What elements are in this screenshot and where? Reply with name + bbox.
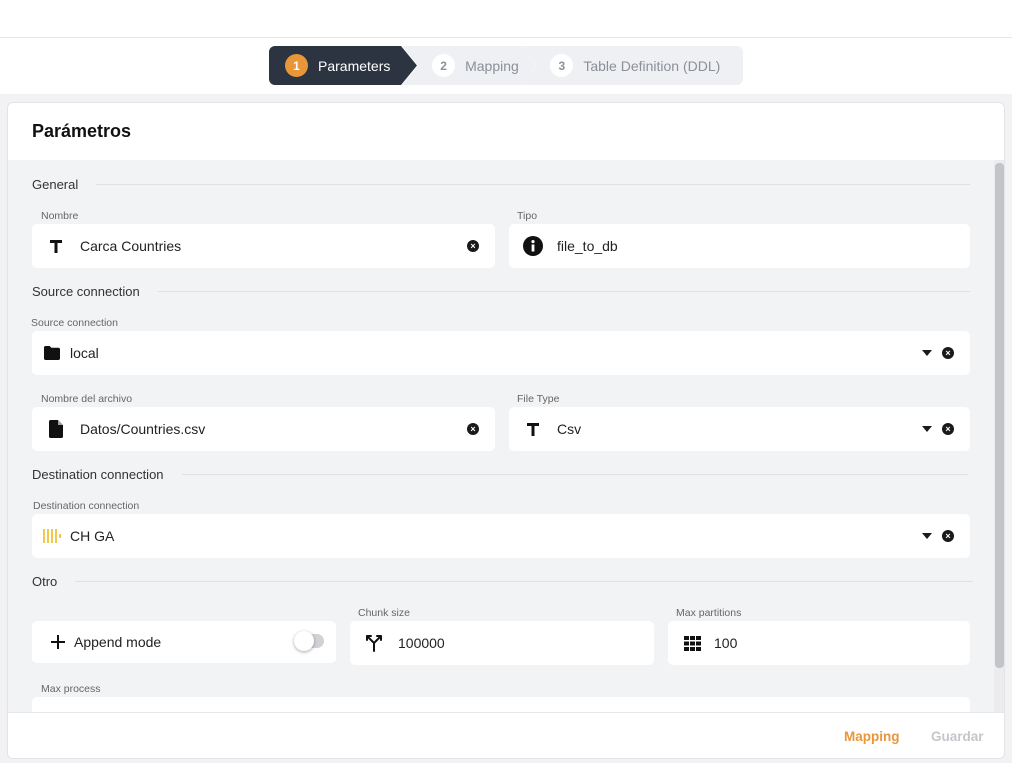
chevron-down-icon[interactable]: [922, 426, 932, 432]
clear-icon[interactable]: ×: [467, 423, 479, 435]
append-mode-toggle[interactable]: [294, 631, 324, 651]
chunk-size-field[interactable]: 100000: [350, 621, 654, 665]
section-general: General: [32, 177, 971, 192]
divider: [157, 291, 970, 292]
top-bar: [0, 0, 1012, 38]
max-partitions-label: Max partitions: [676, 607, 742, 619]
step-label: Mapping: [465, 57, 519, 74]
parameters-card: Parámetros General Nombre Carca Countrie…: [7, 102, 1005, 759]
step-number: 1: [285, 54, 308, 77]
source-connection-label: Source connection: [31, 317, 118, 329]
source-connection-value: local: [70, 345, 99, 361]
chunk-size-label: Chunk size: [358, 607, 410, 619]
max-process-label: Max process: [41, 683, 101, 695]
split-icon: [364, 633, 384, 653]
nombre-archivo-label: Nombre del archivo: [41, 393, 133, 405]
clear-icon[interactable]: ×: [467, 240, 479, 252]
tipo-field: file_to_db: [509, 224, 970, 268]
max-partitions-value: 100: [714, 635, 738, 651]
chevron-down-icon[interactable]: [922, 350, 932, 356]
nombre-label: Nombre: [41, 210, 79, 222]
divider: [96, 184, 971, 185]
section-title: Source connection: [32, 284, 140, 299]
chevron-down-icon[interactable]: [922, 533, 932, 539]
divider: [75, 581, 974, 582]
nombre-archivo-field[interactable]: Datos/Countries.csv ×: [32, 407, 495, 451]
section-source-connection: Source connection: [32, 284, 970, 299]
step-label: Table Definition (DDL): [583, 57, 721, 74]
clear-icon[interactable]: ×: [942, 530, 954, 542]
nombre-value: Carca Countries: [80, 238, 182, 254]
tipo-label: Tipo: [517, 210, 538, 222]
step-number: 2: [432, 54, 456, 77]
section-destination-connection: Destination connection: [32, 467, 968, 482]
wizard-stepper: 1 Parameters 2 Mapping 3 Table Definitio…: [269, 46, 743, 85]
scrollbar[interactable]: [994, 160, 1004, 712]
section-otro: Otro: [32, 574, 974, 589]
append-mode-field: Append mode: [32, 621, 336, 663]
chunk-size-value: 100000: [398, 635, 445, 651]
step-parameters[interactable]: 1 Parameters: [269, 46, 418, 85]
scrollbar-thumb[interactable]: [995, 163, 1004, 668]
max-partitions-field[interactable]: 100: [668, 621, 970, 665]
info-icon: [523, 236, 543, 256]
destination-connection-select[interactable]: CH GA ×: [32, 514, 970, 558]
section-title: Otro: [32, 574, 58, 589]
destination-connection-label: Destination connection: [33, 500, 140, 512]
step-label: Parameters: [318, 57, 391, 74]
clear-icon[interactable]: ×: [942, 423, 954, 435]
tipo-value: file_to_db: [557, 238, 618, 254]
source-connection-select[interactable]: local ×: [32, 331, 970, 375]
file-type-label: File Type: [517, 393, 560, 405]
step-mapping[interactable]: 2 Mapping: [402, 46, 537, 85]
file-type-select[interactable]: Csv ×: [509, 407, 970, 451]
step-number: 3: [550, 54, 574, 77]
card-title: Parámetros: [32, 121, 132, 141]
form-body: General Nombre Carca Countries × Tipo fi…: [8, 160, 1004, 712]
card-footer: Mapping Guardar: [8, 712, 1004, 758]
divider: [181, 474, 968, 475]
text-icon: [46, 236, 66, 256]
section-title: General: [32, 177, 79, 192]
file-icon: [46, 419, 66, 439]
folder-icon: [42, 343, 62, 363]
max-process-field[interactable]: [32, 697, 970, 712]
file-type-value: Csv: [557, 421, 582, 437]
append-mode-label: Append mode: [74, 634, 162, 650]
clickhouse-icon: [42, 526, 62, 546]
text-icon: [523, 419, 543, 439]
mapping-button[interactable]: Mapping: [844, 729, 900, 744]
grid-icon: [682, 633, 702, 653]
clear-icon[interactable]: ×: [942, 347, 954, 359]
plus-icon: [48, 632, 68, 652]
section-title: Destination connection: [32, 467, 164, 482]
guardar-button[interactable]: Guardar: [931, 729, 984, 744]
nombre-archivo-value: Datos/Countries.csv: [80, 421, 206, 437]
nombre-field[interactable]: Carca Countries ×: [32, 224, 495, 268]
destination-connection-value: CH GA: [70, 528, 115, 544]
step-table-definition[interactable]: 3 Table Definition (DDL): [520, 46, 743, 85]
